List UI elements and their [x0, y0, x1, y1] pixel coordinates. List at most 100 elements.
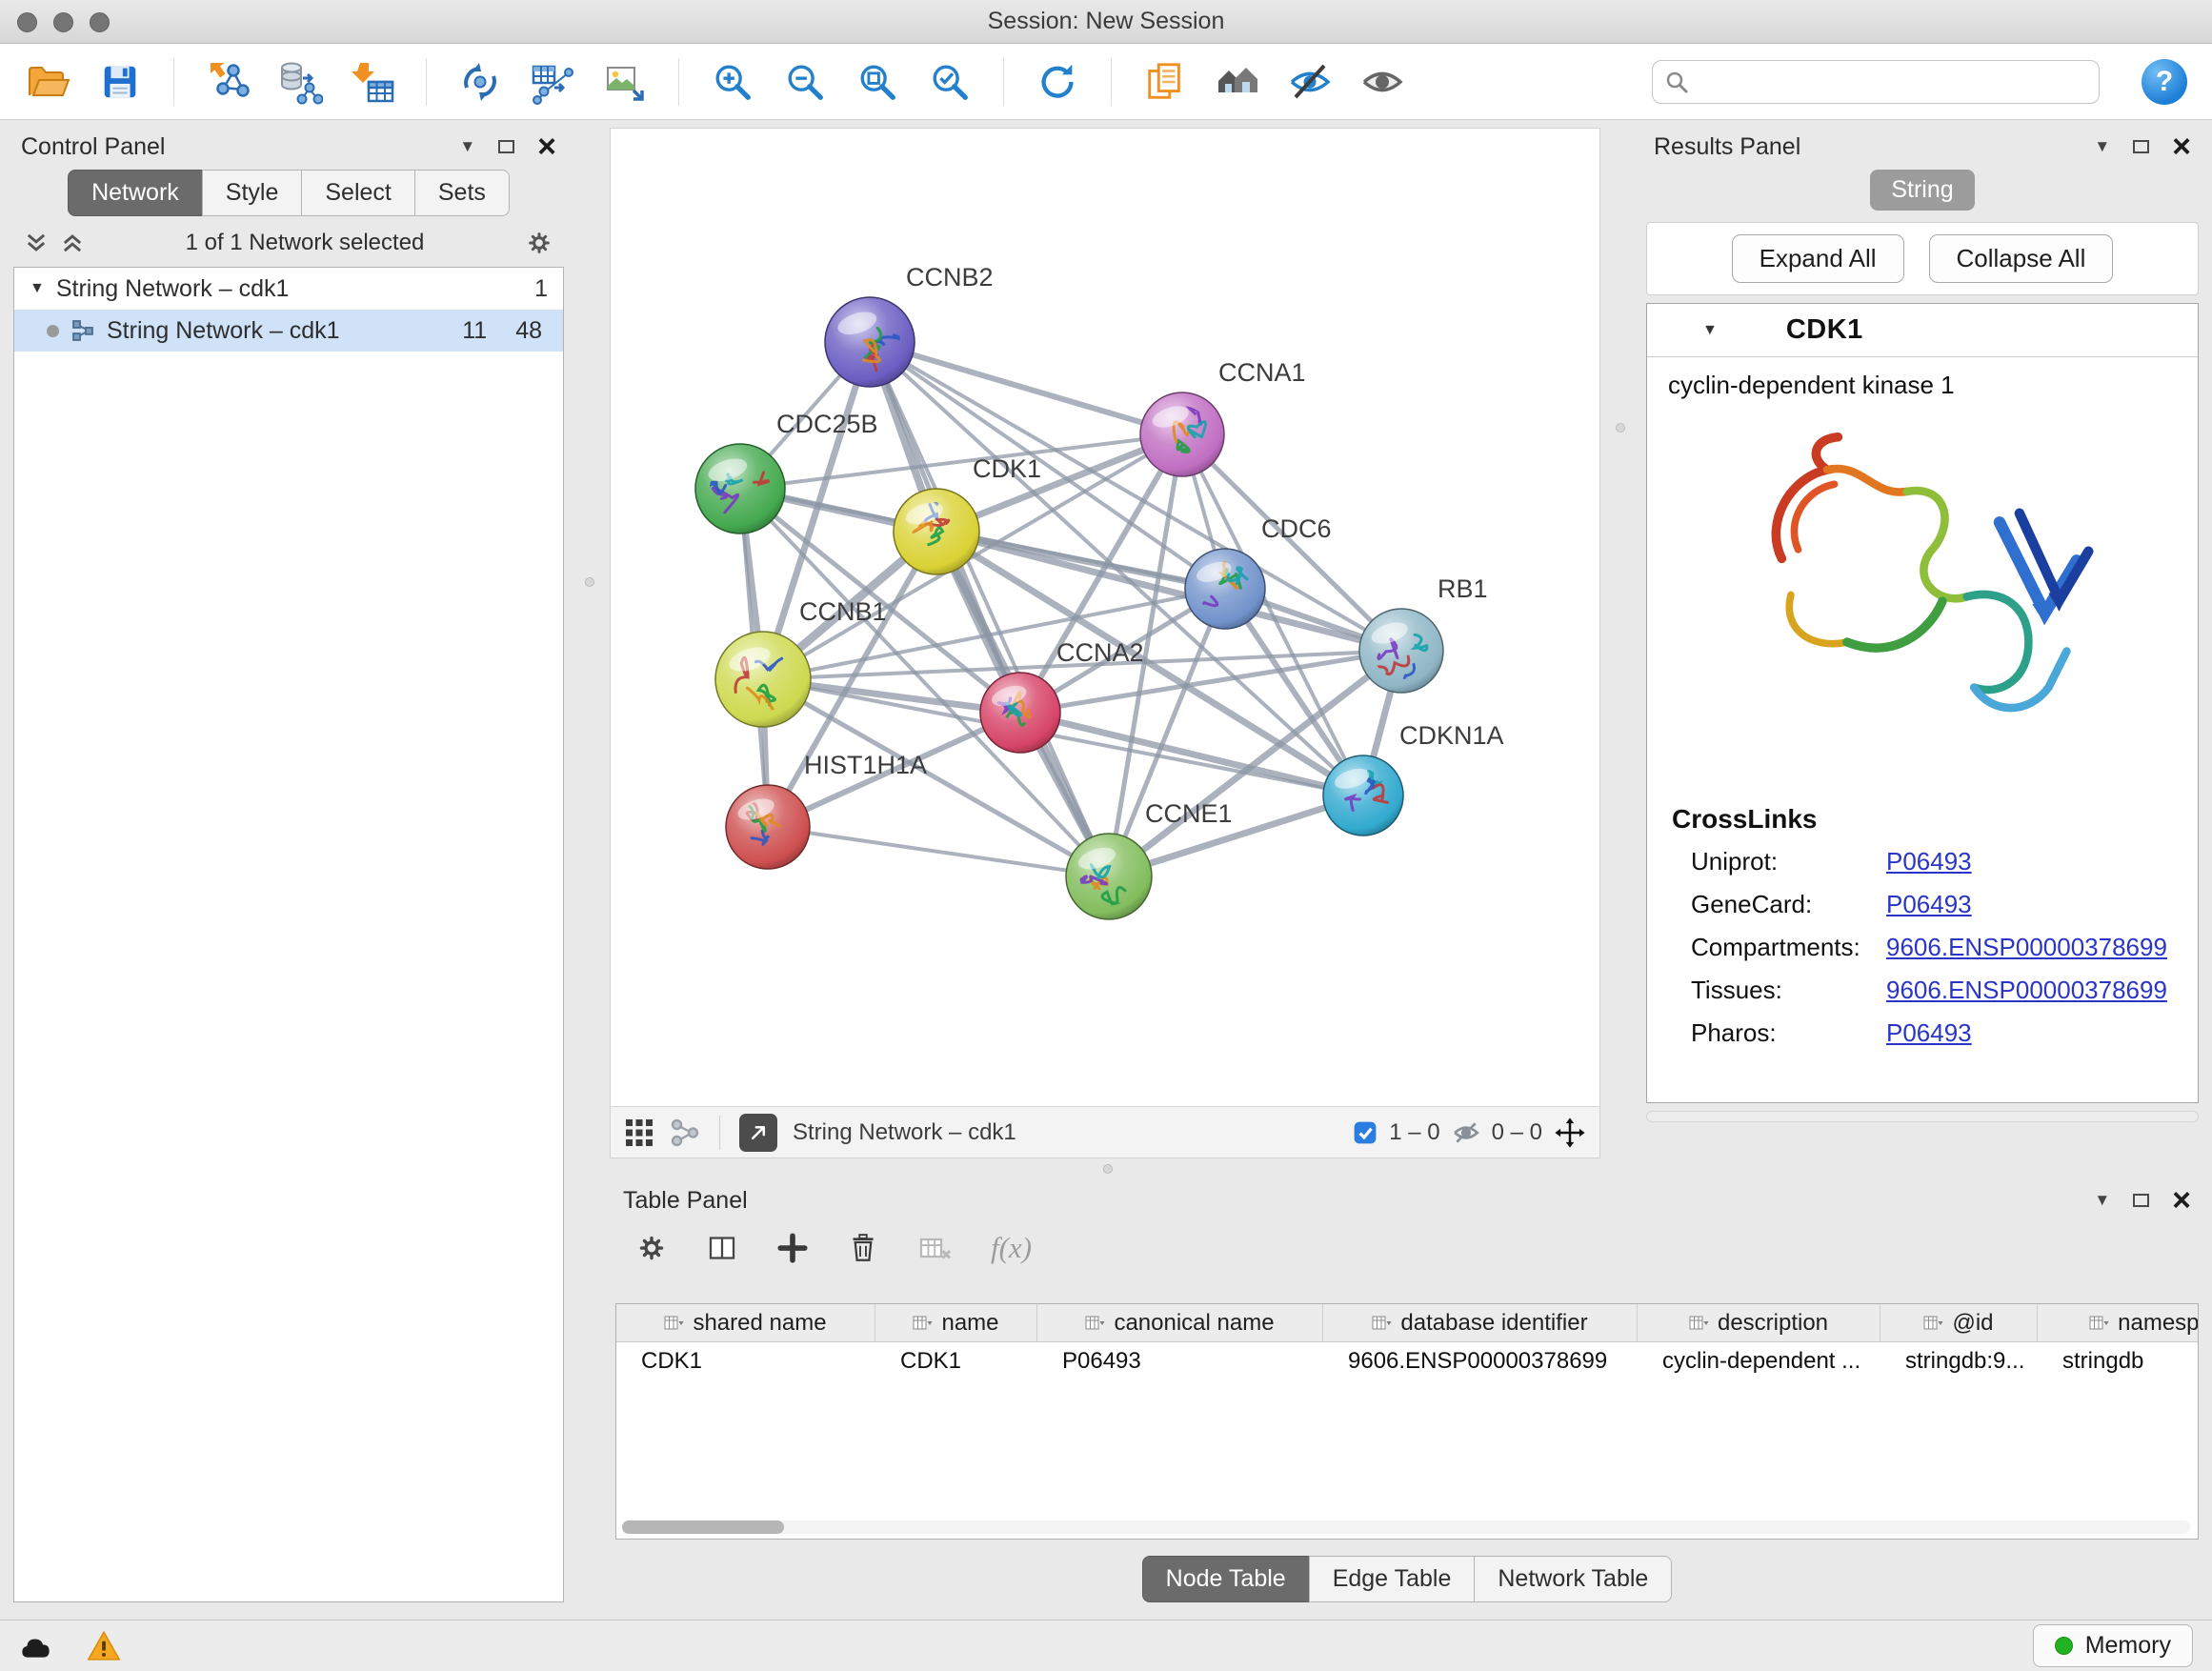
- horizontal-splitter-handle[interactable]: [1103, 1164, 1113, 1174]
- network-node-ccnb1[interactable]: [715, 632, 811, 727]
- string-tab[interactable]: String: [1870, 170, 1974, 211]
- table-cell[interactable]: CDK1: [875, 1348, 1037, 1375]
- column-header[interactable]: @id: [1880, 1304, 2038, 1341]
- scrollbar-thumb[interactable]: [622, 1520, 784, 1534]
- crosslink-link[interactable]: 9606.ENSP00000378699: [1886, 933, 2167, 962]
- network-edge[interactable]: [768, 827, 1109, 876]
- share-view-icon[interactable]: [670, 1117, 700, 1148]
- gear-icon[interactable]: [524, 228, 554, 258]
- selected-checkbox-icon[interactable]: [1353, 1120, 1377, 1145]
- show-columns-icon[interactable]: [705, 1231, 739, 1265]
- import-network-database-button[interactable]: [273, 55, 327, 109]
- import-network-file-button[interactable]: [201, 55, 254, 109]
- delete-table-icon-disabled[interactable]: [916, 1231, 955, 1265]
- search-input[interactable]: [1699, 69, 2087, 95]
- new-network-button[interactable]: [453, 55, 507, 109]
- minimize-window-button[interactable]: [53, 12, 73, 32]
- table-horizontal-scrollbar[interactable]: [622, 1520, 2190, 1534]
- refresh-layout-button[interactable]: [1031, 55, 1084, 109]
- function-builder-button[interactable]: f(x): [991, 1231, 1032, 1265]
- close-panel-icon[interactable]: ×: [2172, 1191, 2191, 1210]
- tab-style[interactable]: Style: [202, 170, 303, 216]
- delete-column-trash-icon[interactable]: [846, 1231, 880, 1265]
- add-column-icon[interactable]: [775, 1231, 810, 1265]
- import-table-button[interactable]: [346, 55, 399, 109]
- warning-icon[interactable]: [86, 1630, 122, 1662]
- column-header[interactable]: database identifier: [1323, 1304, 1638, 1341]
- tab-node-table[interactable]: Node Table: [1142, 1556, 1310, 1602]
- help-button[interactable]: ?: [2142, 59, 2187, 105]
- tree-caret-icon[interactable]: ▼: [30, 280, 45, 297]
- vertical-splitter-handle[interactable]: [1616, 423, 1625, 433]
- network-node-cdc25b[interactable]: [695, 444, 785, 534]
- crosslink-link[interactable]: P06493: [1886, 890, 1972, 919]
- zoom-fit-button[interactable]: [851, 55, 904, 109]
- tab-edge-table[interactable]: Edge Table: [1309, 1556, 1476, 1602]
- search-field[interactable]: [1652, 60, 2100, 104]
- collapse-caret-icon[interactable]: ▼: [1702, 322, 1718, 339]
- copy-document-button[interactable]: [1138, 55, 1192, 109]
- close-panel-icon[interactable]: ×: [537, 137, 556, 156]
- expand-all-icon[interactable]: [59, 230, 86, 256]
- crosslink-link[interactable]: P06493: [1886, 847, 1972, 876]
- node-table[interactable]: shared namenamecanonical namedatabase id…: [615, 1303, 2199, 1540]
- gene-card-header[interactable]: ▼ CDK1: [1647, 304, 2198, 357]
- column-header[interactable]: name: [875, 1304, 1037, 1341]
- network-collection-row[interactable]: ▼ String Network – cdk1 1: [14, 268, 563, 310]
- table-cell[interactable]: cyclin-dependent ...: [1638, 1348, 1880, 1375]
- float-panel-icon[interactable]: [498, 140, 514, 153]
- hide-selected-button[interactable]: [1283, 55, 1337, 109]
- crosslink-link[interactable]: 9606.ENSP00000378699: [1886, 976, 2167, 1005]
- save-session-button[interactable]: [93, 55, 147, 109]
- open-session-button[interactable]: [21, 55, 74, 109]
- float-panel-icon[interactable]: [2133, 1194, 2149, 1207]
- network-node-cdkn1a[interactable]: [1323, 755, 1403, 836]
- collapse-all-icon[interactable]: [23, 230, 50, 256]
- table-cell[interactable]: 9606.ENSP00000378699: [1323, 1348, 1638, 1375]
- birdseye-view-button[interactable]: [739, 1114, 777, 1152]
- column-header[interactable]: canonical name: [1037, 1304, 1323, 1341]
- home-button[interactable]: [1211, 55, 1264, 109]
- panel-menu-icon[interactable]: ▼: [2094, 1191, 2110, 1210]
- table-cell[interactable]: P06493: [1037, 1348, 1323, 1375]
- network-row-selected[interactable]: String Network – cdk1 11 48: [14, 310, 563, 352]
- collapse-all-button[interactable]: Collapse All: [1929, 234, 2114, 283]
- table-cell[interactable]: stringdb: [2038, 1348, 2199, 1375]
- tab-select[interactable]: Select: [301, 170, 414, 216]
- network-from-table-button[interactable]: [526, 55, 579, 109]
- expand-all-button[interactable]: Expand All: [1732, 234, 1904, 283]
- table-cell[interactable]: stringdb:9...: [1880, 1348, 2038, 1375]
- vertical-splitter-handle[interactable]: [585, 577, 594, 587]
- network-view[interactable]: CCNB2CCNA1CDC25BCDK1CDC6RB1CCNB1CCNA2CDK…: [610, 128, 1600, 1158]
- panel-menu-icon[interactable]: ▼: [459, 137, 475, 156]
- close-window-button[interactable]: [17, 12, 37, 32]
- column-header[interactable]: shared name: [616, 1304, 875, 1341]
- table-cell[interactable]: CDK1: [616, 1348, 875, 1375]
- network-node-ccne1[interactable]: [1066, 834, 1152, 919]
- tab-sets[interactable]: Sets: [414, 170, 510, 216]
- tab-network-table[interactable]: Network Table: [1474, 1556, 1672, 1602]
- network-edge[interactable]: [1020, 713, 1363, 795]
- zoom-out-button[interactable]: [778, 55, 832, 109]
- network-edge[interactable]: [870, 342, 1182, 434]
- grid-view-icon[interactable]: [624, 1117, 654, 1148]
- crosslink-link[interactable]: P06493: [1886, 1018, 1972, 1048]
- zoom-window-button[interactable]: [90, 12, 110, 32]
- tab-network[interactable]: Network: [68, 170, 203, 216]
- network-node-ccna1[interactable]: [1140, 393, 1224, 476]
- export-image-button[interactable]: [598, 55, 652, 109]
- network-graph[interactable]: CCNB2CCNA1CDC25BCDK1CDC6RB1CCNB1CCNA2CDK…: [611, 129, 1599, 1106]
- memory-button[interactable]: Memory: [2033, 1624, 2193, 1667]
- network-node-rb1[interactable]: [1359, 609, 1443, 693]
- close-panel-icon[interactable]: ×: [2172, 137, 2191, 156]
- show-all-button[interactable]: [1356, 55, 1409, 109]
- table-row[interactable]: CDK1CDK1P064939606.ENSP00000378699cyclin…: [616, 1342, 2198, 1380]
- network-node-cdc6[interactable]: [1185, 549, 1265, 629]
- results-horizontal-scrollbar[interactable]: [1646, 1111, 2199, 1122]
- zoom-selected-button[interactable]: [923, 55, 976, 109]
- float-panel-icon[interactable]: [2133, 140, 2149, 153]
- move-crosshair-icon[interactable]: [1554, 1117, 1586, 1149]
- hidden-eye-slash-icon[interactable]: [1452, 1118, 1480, 1147]
- cloud-icon[interactable]: [19, 1630, 57, 1662]
- network-node-hist1h1a[interactable]: [726, 785, 810, 869]
